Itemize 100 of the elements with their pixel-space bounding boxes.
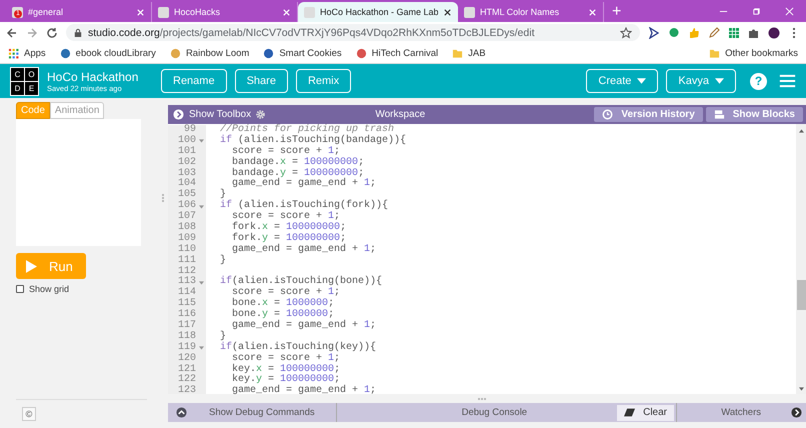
line-number: 105: [178, 190, 196, 200]
star-icon[interactable]: [620, 26, 632, 38]
line-number: 120: [178, 354, 196, 364]
address-bar[interactable]: studio.code.org/projects/gamelab/NIcCV7odVTRXjY96Pqs4VDqo2RhKXnm5oTDcBJLEDys/edit: [66, 24, 640, 41]
back-icon[interactable]: [6, 26, 18, 38]
line-number: 110: [178, 244, 196, 255]
eraser-icon: [624, 407, 636, 418]
code-line: if (alien.isTouching(fork)){: [220, 201, 388, 212]
browser-tab[interactable]: HoCo Hackathon - Game Lab: [298, 2, 458, 22]
pen-icon[interactable]: [708, 26, 720, 38]
apps-grid-icon: [8, 48, 19, 58]
line-number: 101: [178, 146, 196, 157]
site-icon: [356, 48, 367, 58]
code-line: }: [220, 190, 226, 200]
restore-icon[interactable]: [752, 7, 761, 16]
line-number: 122: [178, 375, 196, 386]
line-number: 102: [178, 158, 196, 168]
fold-arrow-icon[interactable]: [198, 346, 204, 350]
code-line: score = score + 1;: [231, 146, 340, 157]
site-icon: [263, 48, 274, 58]
line-number: 99: [184, 125, 196, 135]
project-title: HoCo Hackathon: [47, 70, 140, 84]
tab-title: HTML Color Names: [480, 7, 560, 17]
workspace-title: Workspace: [374, 109, 426, 120]
line-number: 103: [178, 168, 196, 179]
cursor-icon[interactable]: [648, 26, 660, 38]
code-line: fork.y = 100000000;: [231, 234, 346, 244]
show-debug-commands[interactable]: Show Debug Commands: [209, 407, 315, 418]
tab-title: HocoHacks: [174, 7, 222, 17]
menu-icon[interactable]: [779, 74, 796, 88]
tab-title: HoCo Hackathon - Game Lab: [320, 7, 438, 17]
tab-title: #general: [28, 7, 64, 17]
code-line: }: [220, 256, 226, 267]
line-number: 111: [178, 256, 196, 266]
line-number: 117: [178, 321, 196, 332]
code-line: bone.x = 1000000;: [231, 299, 334, 310]
create-dropdown[interactable]: Create: [586, 69, 658, 93]
show-toolbox-button[interactable]: Show Toolbox: [168, 109, 256, 120]
checkbox[interactable]: [16, 285, 24, 293]
header-button[interactable]: Share: [234, 69, 288, 93]
code-line: bone.y = 1000000;: [231, 310, 334, 320]
code-line: game_end = game_end + 1;: [231, 244, 376, 256]
code-line: bandage.y = 100000000;: [231, 168, 364, 179]
bookmark[interactable]: Other bookmarks: [709, 48, 798, 58]
bookmark[interactable]: ebook cloudLibrary: [60, 48, 156, 58]
header-button[interactable]: Remix: [296, 69, 352, 93]
line-number: 100: [178, 136, 196, 146]
reload-icon[interactable]: [46, 26, 58, 38]
line-number: 119: [178, 342, 196, 353]
debug-console-label: Debug Console: [462, 407, 528, 418]
settings-icon[interactable]: [255, 109, 266, 120]
url-host: studio.code.org: [88, 26, 160, 38]
spreadsheet-icon[interactable]: [728, 26, 740, 38]
chevron-circle-icon: [173, 109, 184, 120]
close-icon[interactable]: [443, 8, 452, 16]
scrollbar-thumb[interactable]: [796, 280, 806, 310]
line-number: 113: [178, 277, 196, 288]
fold-arrow-icon[interactable]: [198, 139, 204, 144]
code-line: //Points for picking up trash: [220, 125, 394, 135]
line-number: 115: [178, 299, 196, 310]
help-button[interactable]: ?: [750, 72, 767, 90]
scroll-up-icon[interactable]: [798, 129, 804, 133]
folder-icon: [709, 48, 720, 58]
editor-tab[interactable]: Animation: [50, 102, 104, 119]
bookmark[interactable]: Apps: [8, 48, 46, 58]
clear-button[interactable]: Clear: [617, 404, 674, 420]
avatar-icon[interactable]: [768, 26, 780, 38]
bookmark[interactable]: Rainbow Loom: [170, 48, 250, 58]
show-blocks-button[interactable]: Show Blocks: [706, 107, 803, 122]
line-number: 107: [178, 212, 196, 222]
version-history-button[interactable]: Version History: [594, 107, 703, 122]
chevron-circle-icon[interactable]: [791, 407, 802, 418]
user-menu[interactable]: Kavya: [666, 69, 736, 93]
lock-icon: [74, 28, 82, 38]
fold-arrow-icon[interactable]: [198, 204, 204, 209]
line-number: 112: [178, 266, 196, 277]
bookmark[interactable]: JAB: [452, 48, 486, 58]
line-number: 118: [178, 332, 196, 342]
logo[interactable]: C O D E: [10, 66, 39, 96]
site-icon: [464, 6, 475, 18]
scrollbar[interactable]: [796, 124, 806, 394]
scroll-down-icon[interactable]: [798, 387, 804, 391]
play-icon: [26, 260, 37, 272]
thumbs-up-icon[interactable]: [688, 26, 700, 38]
line-number: 104: [178, 179, 196, 190]
code-line: score = score + 1;: [231, 212, 340, 222]
code-line: fork.x = 100000000;: [231, 223, 346, 234]
copyright-button[interactable]: ©: [22, 407, 36, 421]
header-button[interactable]: Rename: [161, 69, 227, 93]
code-line: key.y = 100000000;: [231, 375, 340, 386]
chevron-circle-icon[interactable]: [176, 407, 187, 418]
bookmark[interactable]: HiTech Carnival: [356, 48, 438, 58]
new-tab-button[interactable]: +: [604, 2, 630, 22]
code-line: }: [220, 332, 226, 342]
bookmark[interactable]: Smart Cookies: [263, 48, 342, 58]
fold-arrow-icon[interactable]: [198, 280, 204, 285]
clock-icon: [602, 109, 614, 120]
code-line: game_end = game_end + 1;: [231, 321, 376, 332]
line-number: 108: [178, 223, 196, 234]
site-icon: [158, 6, 169, 18]
